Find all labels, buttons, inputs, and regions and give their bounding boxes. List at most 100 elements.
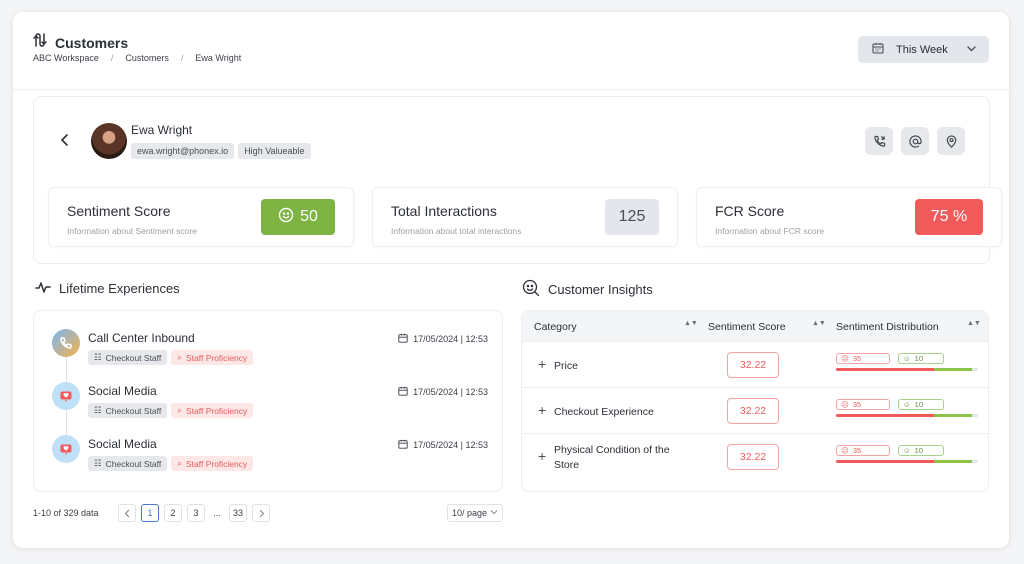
next-page-button[interactable] [252,504,270,522]
email-chip: ewa.wright@phonex.io [131,143,235,159]
negative-segment [836,460,934,463]
expand-icon[interactable]: + [538,449,546,463]
positive-count: 10 [914,446,924,455]
page-button-33[interactable]: 33 [229,504,247,522]
search-alert-icon: ⌕ [177,405,182,415]
sentiment-score-card: Sentiment Score Information about Sentim… [48,187,354,247]
sort-icon[interactable]: ▲▼ [684,320,698,327]
table-row[interactable]: + Physical Condition of the Store 32.22 … [522,433,988,479]
lifetime-heading: Lifetime Experiences [35,280,180,297]
column-sentiment-score[interactable]: Sentiment Score [708,321,786,333]
sort-icon[interactable]: ▲▼ [967,320,981,327]
activity-icon [35,280,51,297]
experience-date: 17/05/2024 | 12:53 [398,333,488,345]
calendar-icon [398,333,408,345]
experience-tags: ☷ Checkout Staff ⌕ Staff Proficiency [88,403,254,418]
customer-detail-panel: Customers ABC Workspace / Customers / Ew… [13,12,1009,548]
tag-staff-proficiency: ⌕ Staff Proficiency [171,350,254,365]
fcr-score-card: FCR Score Information about FCR score 75… [696,187,1002,247]
stat-subtitle: Information about Sentiment score [67,226,197,236]
search-alert-icon: ⌕ [177,352,182,362]
tag-label: Staff Proficiency [186,352,248,363]
at-icon[interactable] [901,127,929,155]
calendar-icon [398,386,408,398]
back-button[interactable] [60,133,70,152]
customer-chips: ewa.wright@phonex.io High Valueable [131,143,311,159]
segment-chip: High Valueable [238,143,311,159]
list-icon: ☷ [94,352,102,362]
breadcrumb-workspace[interactable]: ABC Workspace [33,53,99,63]
page-header: Customers [33,32,128,53]
list-icon: ☷ [94,405,102,415]
sad-face-icon: ☹ [841,354,849,363]
smile-icon: ☺ [903,446,911,455]
positive-segment [934,368,972,371]
category-cell: Price [554,360,578,372]
customers-icon [33,32,49,53]
tag-label: Staff Proficiency [186,458,248,469]
category-cell: Physical Condition of the Store [554,444,670,471]
breadcrumb-current: Ewa Wright [195,53,242,63]
experience-date: 17/05/2024 | 12:53 [398,386,488,398]
distribution-bar [836,414,978,417]
distribution-cell: ☹ 35 ☺ 10 [836,399,978,423]
distribution-cell: ☹ 35 ☺ 10 [836,445,978,469]
page-button-1[interactable]: 1 [141,504,159,522]
negative-segment [836,368,934,371]
tag-staff-proficiency: ⌕ Staff Proficiency [171,403,254,418]
list-item[interactable]: Social Media 17/05/2024 | 12:53 ☷ Checkou… [52,435,492,479]
location-pin-icon[interactable] [937,127,965,155]
breadcrumb-customers[interactable]: Customers [125,53,169,63]
breadcrumb-separator: / [110,53,114,63]
stat-value: 75 % [930,208,968,225]
date-filter-dropdown[interactable]: This Week [858,36,989,63]
negative-count: 35 [852,400,862,409]
social-media-icon [52,382,80,410]
tag-label: Checkout Staff [105,352,162,363]
category-cell: Checkout Experience [554,406,654,418]
column-category[interactable]: Category [534,321,577,333]
page-button-2[interactable]: 2 [164,504,182,522]
score-cell: 32.22 [727,352,779,378]
list-item[interactable]: Social Media 17/05/2024 | 12:53 ☷ Checkou… [52,382,492,426]
customer-name: Ewa Wright [131,123,193,137]
stat-subtitle: Information about FCR score [715,226,825,236]
pagination: 1-10 of 329 data 1 2 3 ... 33 10/ page [33,504,503,524]
tag-label: Checkout Staff [105,405,162,416]
date-text: 17/05/2024 | 12:53 [413,334,488,344]
stat-value: 50 [300,208,318,225]
experience-title: Social Media [88,384,157,398]
page-button-3[interactable]: 3 [187,504,205,522]
stat-title: Total Interactions [391,203,497,219]
chevron-down-icon [490,508,498,518]
score-cell: 32.22 [727,398,779,424]
expand-icon[interactable]: + [538,357,546,371]
phone-icon[interactable] [865,127,893,155]
table-row[interactable]: + Checkout Experience 32.22 ☹ 35 ☺ 10 [522,387,988,433]
list-item[interactable]: Call Center Inbound 17/05/2024 | 12:53 ☷… [52,329,492,373]
positive-segment [934,460,972,463]
per-page-value: 10/ page [452,508,488,518]
column-label: Sentiment Distribution [836,321,939,333]
list-icon: ☷ [94,458,102,468]
negative-pill: ☹ 35 [836,445,890,456]
per-page-select[interactable]: 10/ page [447,504,503,522]
table-row[interactable]: + Price 32.22 ☹ 35 ☺ 10 [522,341,988,387]
column-sentiment-distribution[interactable]: Sentiment Distribution [836,321,939,333]
prev-page-button[interactable] [118,504,136,522]
sort-icon[interactable]: ▲▼ [812,320,826,327]
negative-segment [836,414,934,417]
breadcrumb: ABC Workspace / Customers / Ewa Wright [33,53,241,63]
insights-search-icon [522,279,540,300]
smile-icon: ☺ [903,354,911,363]
search-alert-icon: ⌕ [177,458,182,468]
stat-subtitle: Information about total interactions [391,226,522,236]
contact-actions [865,127,965,155]
expand-icon[interactable]: + [538,403,546,417]
chevron-down-icon [966,43,977,57]
stat-value-badge: 75 % [915,199,983,235]
negative-pill: ☹ 35 [836,353,890,364]
section-title: Customer Insights [548,282,653,297]
sad-face-icon: ☹ [841,400,849,409]
tag-checkout-staff: ☷ Checkout Staff [88,403,168,418]
